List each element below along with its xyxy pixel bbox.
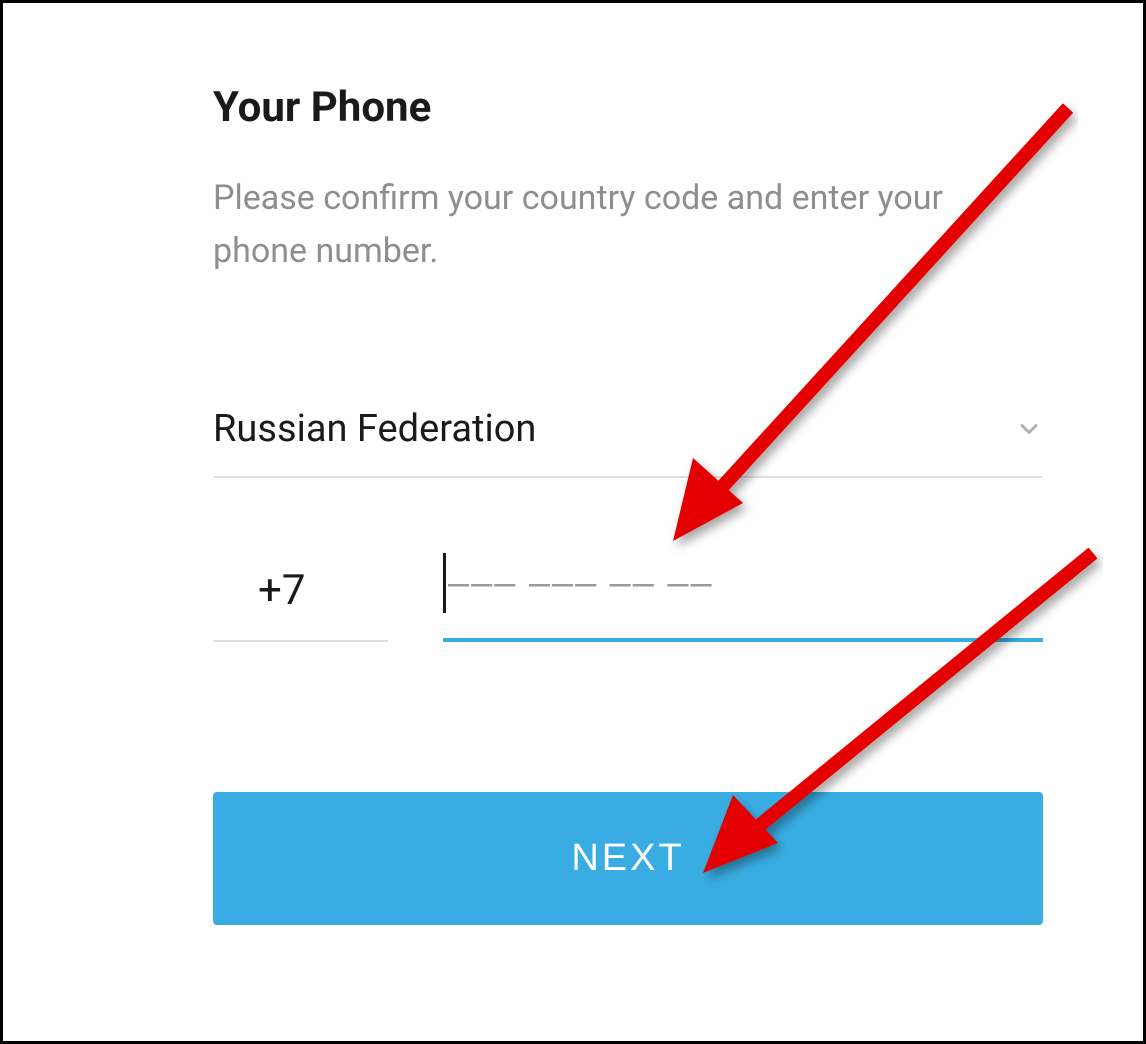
phone-entry-form: Your Phone Please confirm your country c… [3,3,1143,985]
phone-row: +7 ‒‒‒ ‒‒‒ ‒‒ ‒‒ [213,553,1043,642]
page-subtitle: Please confirm your country code and ent… [213,172,1043,277]
chevron-down-icon [1015,415,1043,443]
country-code-field[interactable]: +7 [213,566,388,642]
country-select[interactable]: Russian Federation [213,407,1043,478]
phone-input-wrap[interactable]: ‒‒‒ ‒‒‒ ‒‒ ‒‒ [443,553,1043,642]
page-title: Your Phone [213,83,1043,132]
country-name-label: Russian Federation [213,407,536,451]
next-button[interactable]: NEXT [213,792,1043,925]
